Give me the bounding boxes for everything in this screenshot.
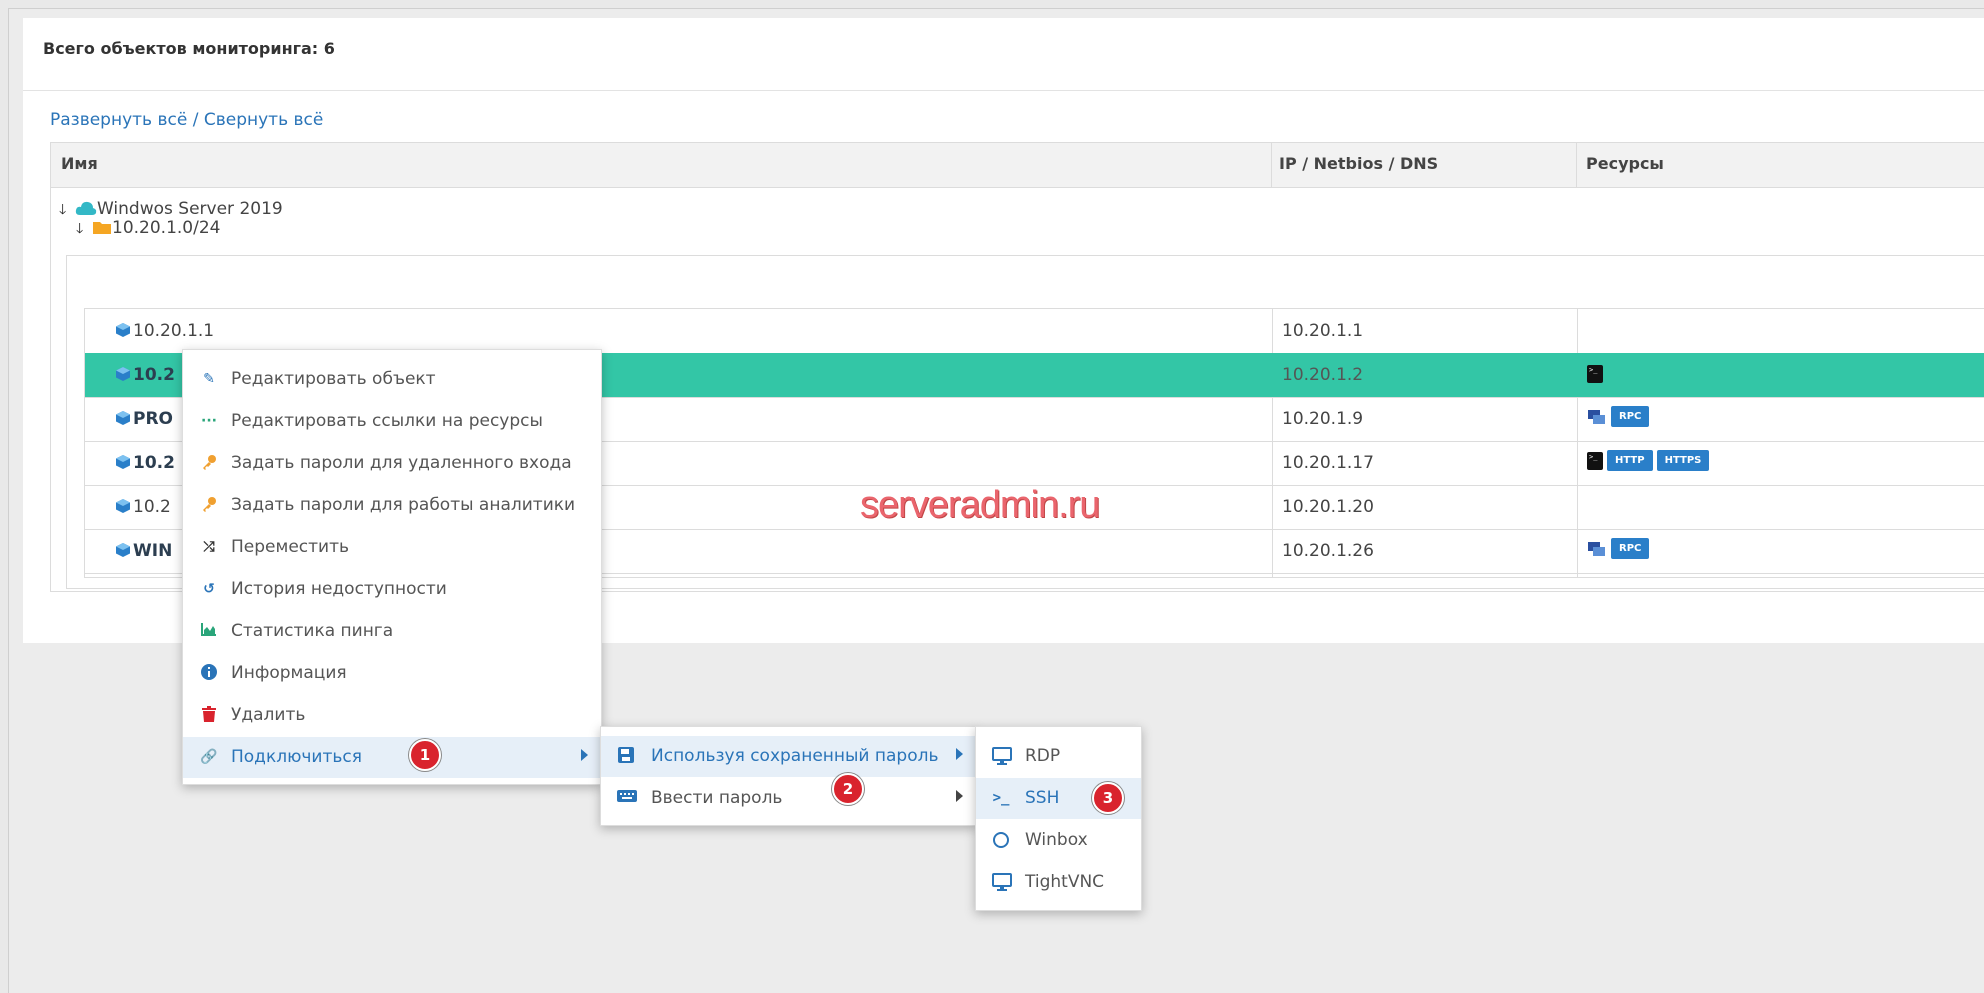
menu-item-downtime-history[interactable]: ↺ История недоступности bbox=[183, 569, 601, 610]
monitor-icon bbox=[992, 873, 1012, 891]
panel-title: Всего объектов мониторинга: 6 bbox=[43, 39, 335, 58]
expand-all-link[interactable]: Развернуть всё bbox=[50, 110, 187, 130]
monitor-icon bbox=[992, 747, 1012, 765]
watermark-text: serveradmin.ru bbox=[860, 484, 1100, 526]
host-ip: 10.20.1.26 bbox=[1282, 541, 1374, 561]
column-header-ip[interactable]: IP / Netbios / DNS bbox=[1279, 154, 1438, 173]
submenu-arrow-icon bbox=[956, 790, 963, 802]
protocol-submenu: RDP >_ SSH Winbox TightVNC bbox=[975, 726, 1142, 911]
host-icon bbox=[116, 411, 130, 425]
column-divider bbox=[1576, 143, 1577, 187]
host-name[interactable]: WIN bbox=[133, 541, 172, 561]
host-icon bbox=[116, 499, 130, 513]
keyboard-icon bbox=[617, 789, 637, 807]
ssh-icon[interactable] bbox=[1587, 451, 1603, 470]
menu-item-enter-password[interactable]: Ввести пароль bbox=[601, 778, 976, 819]
menu-item-rdp[interactable]: RDP bbox=[976, 736, 1141, 777]
host-icon bbox=[116, 323, 130, 337]
save-icon bbox=[617, 747, 635, 765]
host-ip: 10.20.1.1 bbox=[1282, 321, 1364, 341]
rdp-icon[interactable] bbox=[1587, 540, 1607, 558]
collapse-all-link[interactable]: Свернуть всё bbox=[204, 110, 323, 130]
context-menu: ✎ Редактировать объект ··· Редактировать… bbox=[182, 349, 602, 785]
pencil-icon: ✎ bbox=[203, 371, 215, 387]
menu-item-info[interactable]: Информация bbox=[183, 653, 601, 694]
subgroup-name: 10.20.1.0/24 bbox=[112, 218, 221, 238]
expand-collapse-links: Развернуть всё / Свернуть всё bbox=[50, 110, 323, 130]
column-header-resources[interactable]: Ресурсы bbox=[1586, 154, 1664, 173]
host-name[interactable]: PRO bbox=[133, 409, 173, 429]
host-icon bbox=[116, 367, 130, 381]
ssh-icon[interactable] bbox=[1587, 365, 1603, 383]
submenu-arrow-icon bbox=[581, 749, 588, 761]
host-name[interactable]: 10.2 bbox=[133, 453, 175, 473]
circle-icon bbox=[992, 831, 1010, 849]
link-icon: 🔗 bbox=[200, 749, 218, 765]
host-ip: 10.20.1.2 bbox=[1282, 365, 1364, 385]
submenu-arrow-icon bbox=[956, 748, 963, 760]
resource-badge[interactable]: RPC bbox=[1611, 406, 1650, 427]
resource-badge[interactable]: HTTP bbox=[1607, 450, 1653, 471]
panel-header: Всего объектов мониторинга: 6 bbox=[23, 18, 1984, 91]
cloud-icon bbox=[75, 201, 97, 215]
menu-item-connect[interactable]: 🔗 Подключиться bbox=[183, 737, 601, 778]
menu-item-move[interactable]: ⤮ Переместить bbox=[183, 527, 601, 568]
menu-item-ping-stats[interactable]: Статистика пинга bbox=[183, 611, 601, 652]
info-icon bbox=[200, 664, 218, 682]
step-marker-1: 1 bbox=[409, 739, 441, 771]
table-header: Имя IP / Netbios / DNS Ресурсы bbox=[51, 143, 1984, 188]
host-name[interactable]: 10.20.1.1 bbox=[133, 321, 214, 341]
collapse-arrow-icon[interactable]: 🡓 bbox=[76, 218, 92, 242]
key-icon bbox=[200, 496, 218, 514]
menu-item-tightvnc[interactable]: TightVNC bbox=[976, 862, 1141, 903]
folder-icon bbox=[93, 222, 111, 234]
host-name[interactable]: 10.2 bbox=[133, 365, 175, 385]
collapse-arrow-icon[interactable]: 🡓 bbox=[59, 199, 75, 223]
menu-item-analytics-passwords[interactable]: Задать пароли для работы аналитики bbox=[183, 485, 601, 526]
resource-badge[interactable]: HTTPS bbox=[1656, 450, 1710, 471]
terminal-icon: >_ bbox=[992, 790, 1010, 806]
area-chart-icon bbox=[200, 622, 218, 640]
link-separator: / bbox=[187, 110, 204, 130]
column-divider bbox=[1271, 143, 1272, 187]
dots-icon: ··· bbox=[201, 413, 217, 429]
group-name: Windwos Server 2019 bbox=[97, 199, 283, 219]
key-icon bbox=[200, 454, 218, 472]
host-name[interactable]: 10.2 bbox=[133, 497, 171, 517]
table-row[interactable]: 10.20.1.1 10.20.1.1 bbox=[85, 309, 1984, 354]
menu-item-edit-object[interactable]: ✎ Редактировать объект bbox=[183, 359, 601, 400]
trash-icon bbox=[200, 706, 218, 724]
subgroup-row[interactable]: 🡓 10.20.1.0/24 bbox=[76, 218, 220, 242]
menu-item-delete[interactable]: Удалить bbox=[183, 695, 601, 736]
host-ip: 10.20.1.20 bbox=[1282, 497, 1374, 517]
host-ip: 10.20.1.17 bbox=[1282, 453, 1374, 473]
rdp-icon[interactable] bbox=[1587, 408, 1607, 426]
menu-item-use-saved-password[interactable]: Используя сохраненный пароль bbox=[601, 736, 976, 777]
host-icon bbox=[116, 543, 130, 557]
host-icon bbox=[116, 455, 130, 469]
history-icon: ↺ bbox=[203, 581, 215, 597]
column-header-name[interactable]: Имя bbox=[61, 154, 98, 173]
step-marker-3: 3 bbox=[1092, 782, 1124, 814]
shuffle-icon: ⤮ bbox=[203, 539, 215, 555]
step-marker-2: 2 bbox=[832, 773, 864, 805]
menu-item-edit-links[interactable]: ··· Редактировать ссылки на ресурсы bbox=[183, 401, 601, 442]
connect-submenu: Используя сохраненный пароль Ввести паро… bbox=[600, 726, 977, 826]
menu-item-remote-passwords[interactable]: Задать пароли для удаленного входа bbox=[183, 443, 601, 484]
menu-item-winbox[interactable]: Winbox bbox=[976, 820, 1141, 861]
host-ip: 10.20.1.9 bbox=[1282, 409, 1364, 429]
resource-badge[interactable]: RPC bbox=[1611, 538, 1650, 559]
